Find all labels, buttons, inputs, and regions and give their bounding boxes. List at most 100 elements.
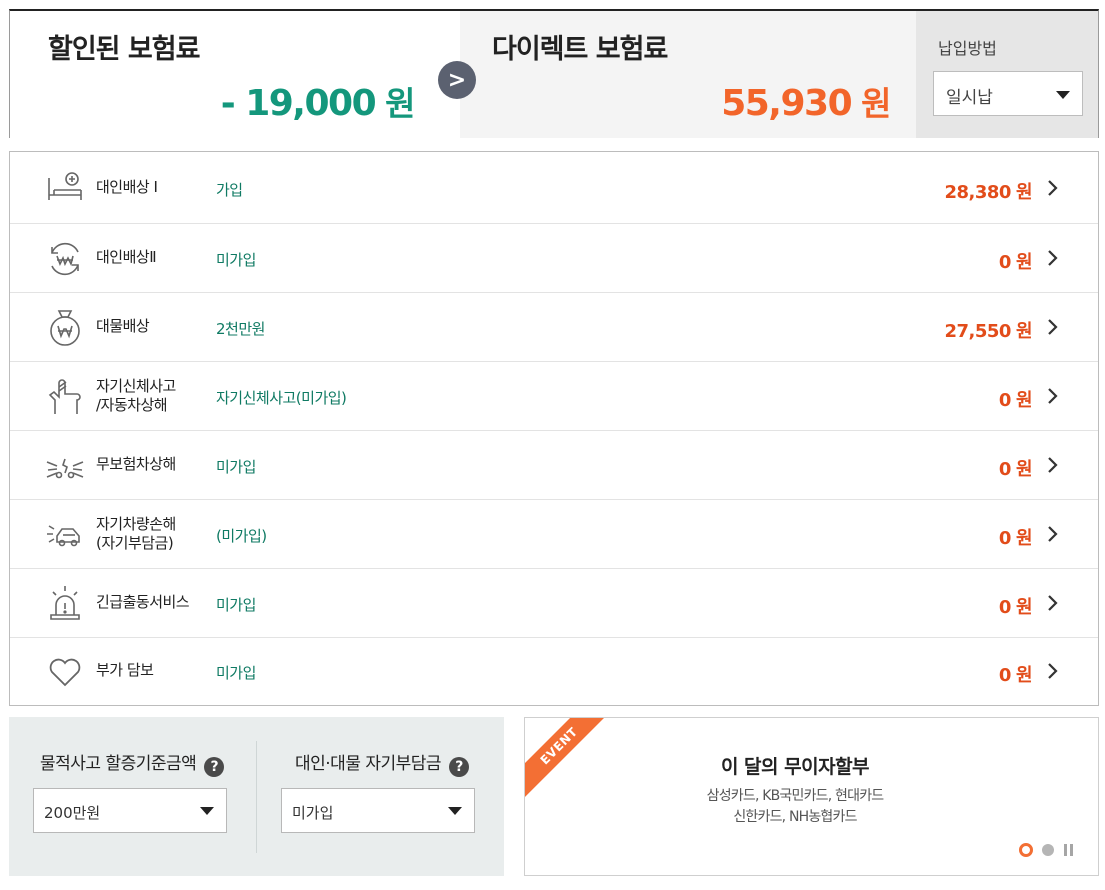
coverage-amount: 0원 (998, 455, 1033, 481)
property-threshold-text: 물적사고 할증기준금액 (40, 754, 197, 774)
heart-icon (45, 652, 85, 692)
coverage-row-bodily-injury-1[interactable]: 대인배상 Ⅰ 가입 28,380 원 (10, 152, 1098, 224)
discount-amount-value: - 19,000 (220, 83, 377, 124)
carousel-dot-1[interactable] (1019, 843, 1033, 857)
coverage-amount-value: 0 (998, 252, 1012, 273)
coverage-name: 자기차량손해 (자기부담금) (96, 515, 176, 553)
coverage-amount-value: 0 (998, 459, 1012, 480)
coverage-amount: 27,550 원 (944, 317, 1032, 343)
coverage-name-line1: 자기신체사고 (96, 377, 176, 395)
property-threshold-value: 200만원 (44, 804, 101, 822)
caret-down-icon (200, 807, 214, 815)
coverage-row-additional[interactable]: 부가 담보 미가입 0원 (10, 638, 1098, 705)
direct-amount-value: 55,930 (721, 83, 852, 124)
coverage-amount-unit: 원 (1015, 390, 1033, 411)
bed-icon (45, 168, 85, 208)
event-title: 이 달의 무이자할부 (720, 756, 870, 778)
carousel-dot-2[interactable] (1042, 844, 1054, 856)
coverage-name-line2: (자기부담금) (96, 534, 174, 552)
payment-panel: 납입방법 일시납 (916, 11, 1098, 138)
help-icon[interactable]: ? (204, 757, 225, 777)
discount-amount-unit: 원 (385, 84, 415, 123)
money-bag-icon (45, 307, 85, 347)
direct-title: 다이렉트 보험료 (492, 34, 668, 65)
chevron-right-icon (1046, 386, 1060, 406)
coverage-status: (미가입) (216, 527, 267, 545)
coverage-row-property-damage[interactable]: 대물배상 2천만원 27,550 원 (10, 293, 1098, 362)
coverage-status: 미가입 (216, 596, 256, 614)
coverage-name: 대인배상 Ⅰ (96, 178, 158, 196)
coverage-amount-unit: 원 (1015, 182, 1033, 203)
chevron-right-icon (1046, 455, 1060, 475)
chevron-right-icon (1046, 661, 1060, 681)
event-banner[interactable]: EVENT 이 달의 무이자할부 삼성카드, KB국민카드, 현대카드 신한카드… (524, 717, 1099, 876)
coverage-list: 대인배상 Ⅰ 가입 28,380 원 대인배상Ⅱ 미가입 0원 대물배상 2천만… (9, 151, 1099, 706)
deductible-text: 대인·대물 자기부담금 (295, 754, 442, 774)
help-icon[interactable]: ? (449, 757, 470, 777)
car-collision-icon (45, 445, 85, 485)
bandaged-hand-icon (45, 376, 85, 416)
deductible-value: 미가입 (292, 804, 334, 822)
won-cycle-icon (45, 239, 85, 279)
coverage-status: 미가입 (216, 664, 256, 682)
coverage-name-line2: /자동차상해 (96, 396, 168, 414)
coverage-name: 대인배상Ⅱ (96, 248, 157, 266)
property-threshold-select[interactable]: 200만원 (33, 788, 227, 833)
coverage-name: 긴급출동서비스 (96, 593, 190, 611)
direct-amount: 55,930 원 (721, 77, 891, 125)
caret-down-icon (1056, 91, 1070, 99)
coverage-status: 미가입 (216, 458, 256, 476)
options-panel: 물적사고 할증기준금액? 200만원 대인·대물 자기부담금? 미가입 (9, 717, 504, 876)
coverage-status: 자기신체사고(미가입) (216, 389, 347, 407)
chevron-right-icon (1046, 178, 1060, 198)
coverage-name: 무보험차상해 (96, 455, 176, 473)
event-cards-line1: 삼성카드, KB국민카드, 현대카드 (706, 788, 885, 804)
coverage-amount-value: 0 (998, 390, 1012, 411)
chevron-right-icon (1046, 524, 1060, 544)
coverage-row-personal-injury[interactable]: 자기신체사고 /자동차상해 자기신체사고(미가입) 0원 (10, 362, 1098, 431)
coverage-name: 대물배상 (96, 317, 150, 335)
premium-summary: 할인된 보험료 - 19,000 원 > 다이렉트 보험료 55,930 원 납입방… (9, 9, 1099, 138)
coverage-name-line1: 자기차량손해 (96, 515, 176, 533)
event-cards-line2: 신한카드, NH농협카드 (733, 809, 857, 825)
coverage-amount-value: 28,380 (944, 182, 1011, 203)
coverage-amount-value: 0 (998, 528, 1012, 549)
coverage-amount-unit: 원 (1015, 528, 1033, 549)
coverage-name: 부가 담보 (96, 661, 154, 679)
emergency-light-icon (45, 583, 85, 623)
coverage-amount-value: 0 (998, 665, 1012, 686)
coverage-status: 2천만원 (216, 320, 265, 338)
payment-method-select[interactable]: 일시납 (933, 71, 1083, 116)
deductible-select[interactable]: 미가입 (281, 788, 475, 833)
coverage-amount-unit: 원 (1015, 597, 1033, 618)
caret-down-icon (448, 807, 462, 815)
coverage-amount-unit: 원 (1015, 252, 1033, 273)
coverage-amount-value: 27,550 (944, 321, 1011, 342)
coverage-row-uninsured-vehicle[interactable]: 무보험차상해 미가입 0원 (10, 431, 1098, 500)
chevron-right-icon (1046, 317, 1060, 337)
coverage-amount-unit: 원 (1015, 665, 1033, 686)
discount-panel: 할인된 보험료 - 19,000 원 (10, 11, 460, 138)
chevron-right-icon (1046, 593, 1060, 613)
coverage-amount: 0원 (998, 661, 1033, 687)
coverage-amount-unit: 원 (1015, 321, 1033, 342)
arrow-right-icon: > (438, 61, 476, 99)
coverage-amount: 0원 (998, 593, 1033, 619)
property-threshold-label: 물적사고 할증기준금액? (40, 749, 225, 777)
discount-title: 할인된 보험료 (48, 34, 200, 65)
car-damage-icon (45, 514, 85, 554)
coverage-row-bodily-injury-2[interactable]: 대인배상Ⅱ 미가입 0원 (10, 224, 1098, 293)
coverage-row-own-vehicle-damage[interactable]: 자기차량손해 (자기부담금) (미가입) 0원 (10, 500, 1098, 569)
event-badge: EVENT (525, 718, 610, 797)
coverage-status: 미가입 (216, 251, 256, 269)
options-divider (256, 741, 257, 853)
payment-method-label: 납입방법 (938, 39, 997, 58)
coverage-amount-value: 0 (998, 597, 1012, 618)
coverage-amount-unit: 원 (1015, 459, 1033, 480)
coverage-amount: 0원 (998, 386, 1033, 412)
coverage-status: 가입 (216, 181, 243, 199)
pause-icon[interactable] (1064, 844, 1076, 856)
direct-panel: 다이렉트 보험료 55,930 원 (460, 11, 916, 138)
coverage-row-emergency-service[interactable]: 긴급출동서비스 미가입 0원 (10, 569, 1098, 638)
coverage-amount: 0원 (998, 248, 1033, 274)
